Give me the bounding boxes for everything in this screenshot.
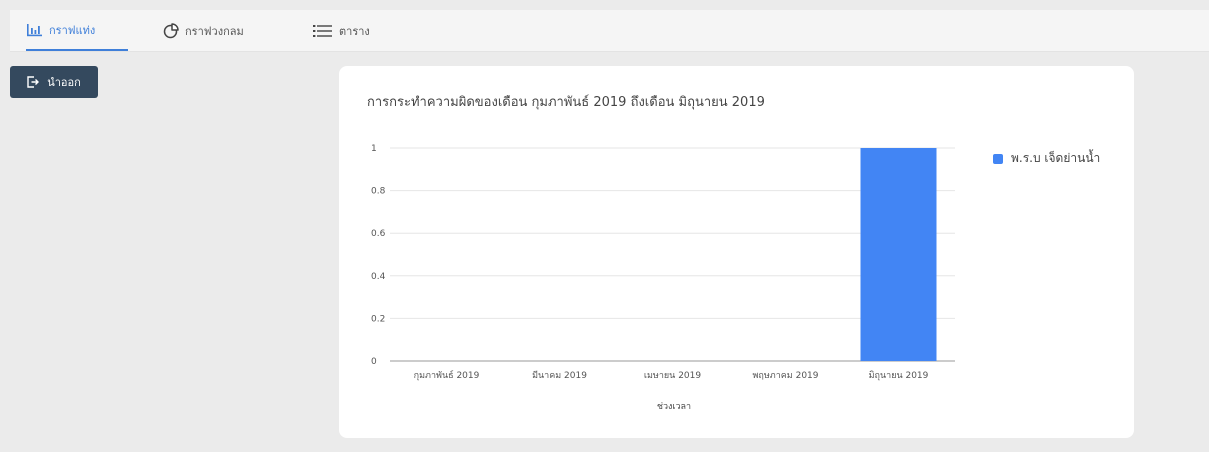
y-tick-label: 0.2 <box>371 314 385 324</box>
x-tick-label: มิถุนายน 2019 <box>869 370 929 381</box>
x-tick-label: พฤษภาคม 2019 <box>752 371 818 381</box>
tab-table[interactable]: ตาราง <box>313 10 413 51</box>
x-tick-label: กุมภาพันธ์ 2019 <box>414 369 480 381</box>
legend-label: พ.ร.บ เจ็ดย่านน้ำ <box>1011 151 1101 165</box>
y-tick-label: 0.6 <box>371 229 386 239</box>
tab-pie-chart-label: กราฟวงกลม <box>185 24 244 38</box>
tab-bar-chart[interactable]: กราฟแท่ง <box>26 10 128 51</box>
export-button[interactable]: นำออก <box>10 66 98 98</box>
tab-table-label: ตาราง <box>339 24 370 38</box>
y-tick-label: 0.4 <box>371 272 386 282</box>
list-icon <box>313 24 333 38</box>
y-tick-label: 0.8 <box>371 187 386 197</box>
tab-pie-chart[interactable]: กราฟวงกลม <box>163 10 293 51</box>
y-tick-label: 0 <box>371 357 377 367</box>
chart-card: การกระทำความผิดของเดือน กุมภาพันธ์ 2019 … <box>339 66 1134 438</box>
tab-bar-chart-label: กราฟแท่ง <box>49 23 96 37</box>
y-tick-label: 1 <box>371 144 377 154</box>
x-tick-label: เมษายน 2019 <box>644 371 701 381</box>
legend-swatch <box>993 153 1003 164</box>
x-axis-title: ช่วงเวลา <box>657 402 691 412</box>
pie-chart-icon <box>163 22 179 39</box>
export-button-label: นำออก <box>47 76 81 89</box>
bar-chart: 0 0.2 0.4 0.6 0.8 1 กุมภาพันธ์ 2019 มีนาคม 2019… <box>371 144 955 412</box>
x-tick-label: มีนาคม 2019 <box>532 370 587 381</box>
chart-legend[interactable]: พ.ร.บ เจ็ดย่านน้ำ <box>993 149 1100 168</box>
chart-type-tabs: กราฟแท่ง กราฟวงกลม ตาราง <box>10 10 1209 52</box>
export-icon <box>27 76 40 88</box>
bar-chart-icon <box>26 23 43 37</box>
bar <box>860 148 937 361</box>
